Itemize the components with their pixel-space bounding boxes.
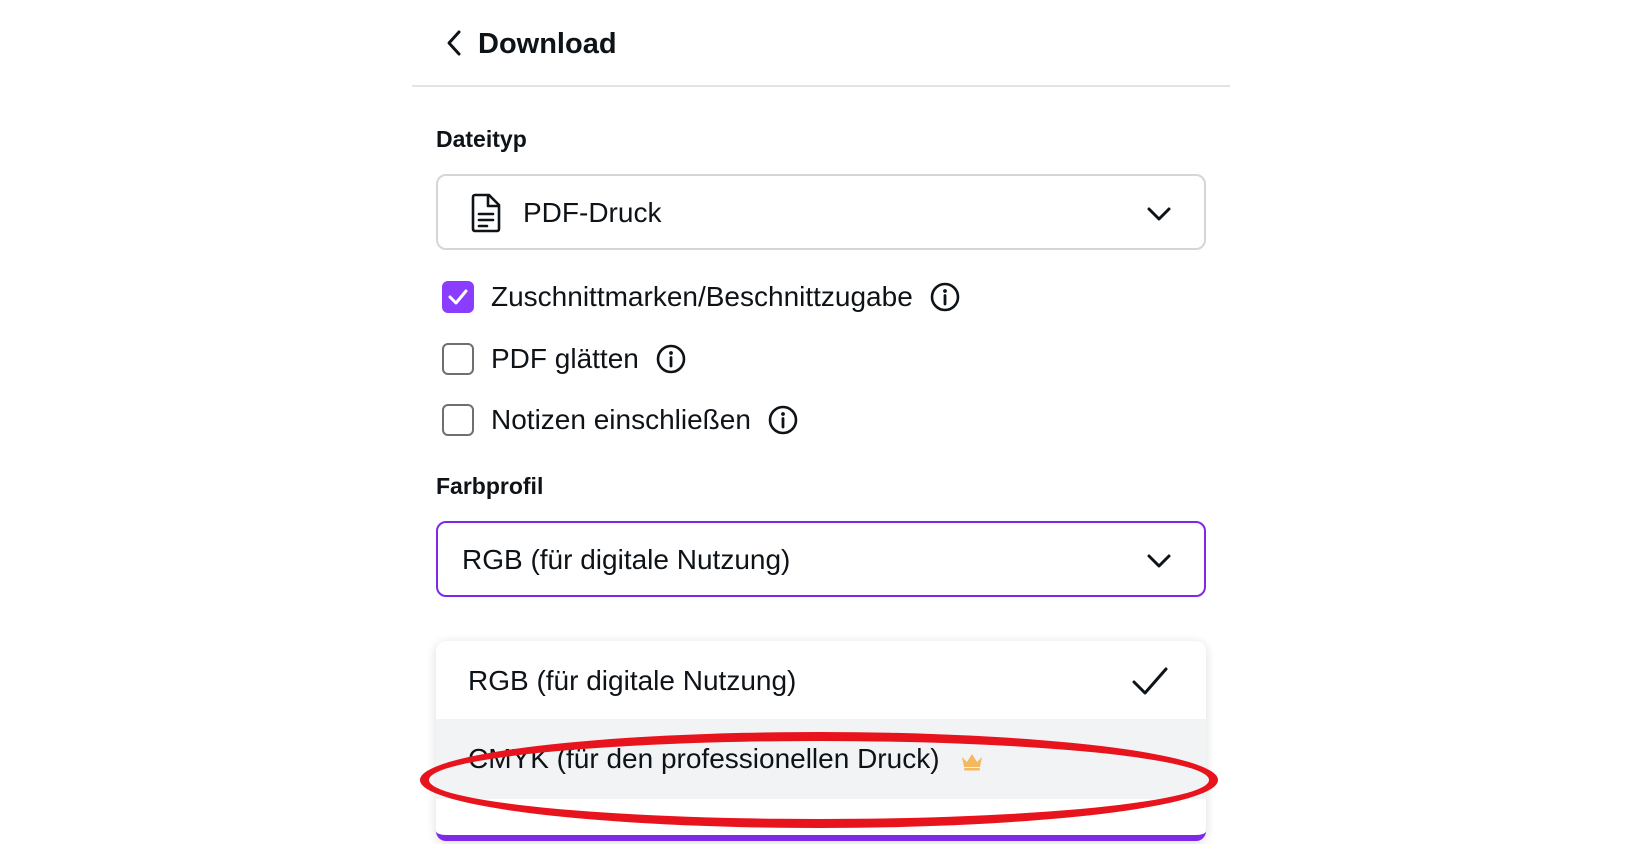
option-include-notes: Notizen einschließen [442, 400, 799, 440]
file-document-icon [471, 193, 501, 233]
crop-marks-label: Zuschnittmarken/Beschnittzugabe [491, 281, 913, 312]
crown-icon [961, 753, 982, 771]
option-flatten-pdf: PDF glätten [442, 339, 687, 379]
color-profile-value: RGB (für digitale Nutzung) [462, 544, 791, 575]
include-notes-checkbox[interactable] [442, 404, 474, 436]
info-icon[interactable] [655, 343, 687, 375]
checkmark-icon [1132, 667, 1168, 695]
checkmark-icon [448, 289, 468, 305]
color-profile-label: Farbprofil [436, 473, 544, 499]
panel-title: Download [478, 28, 617, 60]
panel-header: Download [412, 0, 1230, 87]
chevron-down-icon [1147, 554, 1171, 568]
file-type-value: PDF-Druck [523, 197, 662, 228]
option-crop-marks: Zuschnittmarken/Beschnittzugabe [442, 277, 961, 317]
back-button[interactable] [438, 26, 472, 60]
option-cmyk-label: CMYK (für den professionellen Druck) [468, 743, 940, 774]
file-type-select[interactable]: PDF-Druck [436, 174, 1206, 250]
info-icon[interactable] [929, 281, 961, 313]
chevron-down-icon [1147, 207, 1171, 221]
option-cmyk-row: CMYK (für den professionellen Druck) [468, 741, 984, 777]
flatten-pdf-checkbox[interactable] [442, 343, 474, 375]
color-profile-select[interactable]: RGB (für digitale Nutzung) [436, 521, 1206, 597]
download-panel: Download Dateityp PDF-Druck Zuschnittmar… [412, 0, 1230, 844]
flatten-pdf-label: PDF glätten [491, 343, 639, 374]
include-notes-label: Notizen einschließen [491, 404, 751, 435]
crop-marks-checkbox[interactable] [442, 281, 474, 313]
chevron-left-icon [447, 30, 461, 56]
menu-option-cmyk[interactable]: CMYK (für den professionellen Druck) [436, 719, 1206, 799]
color-profile-menu: RGB (für digitale Nutzung) CMYK (für den… [436, 641, 1206, 841]
file-type-label: Dateityp [436, 126, 527, 152]
info-icon[interactable] [767, 404, 799, 436]
option-rgb-label: RGB (für digitale Nutzung) [468, 665, 797, 696]
menu-option-rgb[interactable]: RGB (für digitale Nutzung) [436, 641, 1206, 721]
